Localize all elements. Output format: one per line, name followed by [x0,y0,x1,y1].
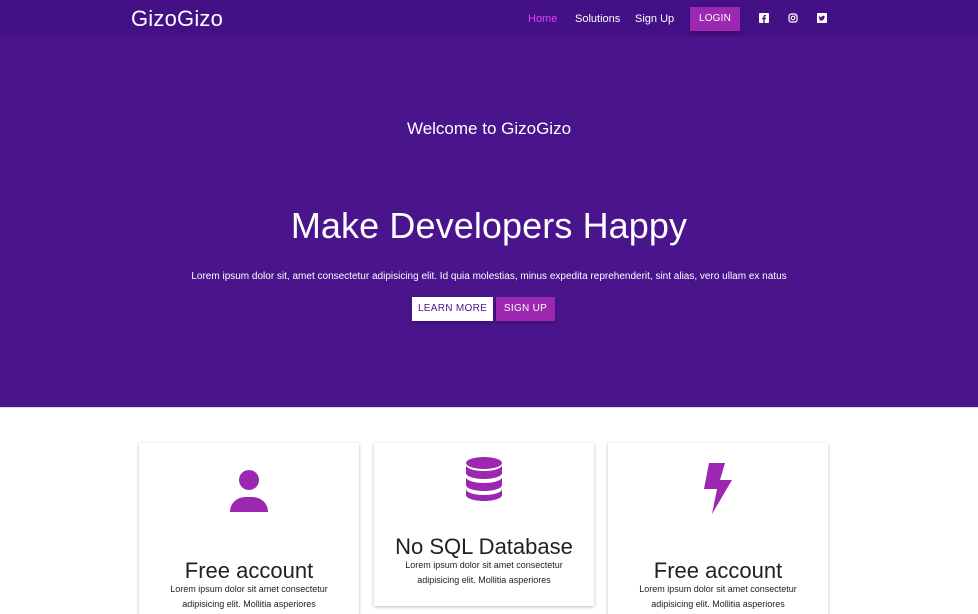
brand-logo[interactable]: GizoGizo [131,5,223,33]
feature-card: No SQL Database Lorem ipsum dolor sit am… [374,443,594,606]
instagram-icon[interactable] [788,13,798,23]
nav-home-link[interactable]: Home [528,12,557,26]
features-section: Free account Lorem ipsum dolor sit amet … [0,408,978,614]
feature-description: Lorem ipsum dolor sit amet consectetur a… [405,560,563,585]
feature-card: Free account Lorem ipsum dolor sit amet … [139,443,359,614]
login-button[interactable]: LOGIN [690,7,740,31]
nav-solutions-link[interactable]: Solutions [575,12,620,26]
feature-description: Lorem ipsum dolor sit amet consectetur a… [170,584,328,609]
facebook-icon[interactable] [759,13,769,23]
hero-headline: Make Developers Happy [290,205,688,247]
user-icon [227,468,271,512]
hero-section: GizoGizo Home Solutions Sign Up LOGIN We… [0,0,978,408]
lightning-icon [704,463,732,514]
nav-sign-up-link[interactable]: Sign Up [635,12,674,26]
feature-card: Free account Lorem ipsum dolor sit amet … [608,443,828,614]
top-navigation: GizoGizo Home Solutions Sign Up LOGIN [0,0,978,37]
hero-description: Lorem ipsum dolor sit, amet consectetur … [191,271,787,282]
sign-up-button[interactable]: SIGN UP [496,297,555,321]
learn-more-button[interactable]: LEARN MORE [412,297,493,321]
feature-description: Lorem ipsum dolor sit amet consectetur a… [639,584,797,609]
welcome-message: Welcome to GizoGizo [406,119,572,138]
database-icon [464,457,504,501]
twitter-icon[interactable] [817,13,827,23]
